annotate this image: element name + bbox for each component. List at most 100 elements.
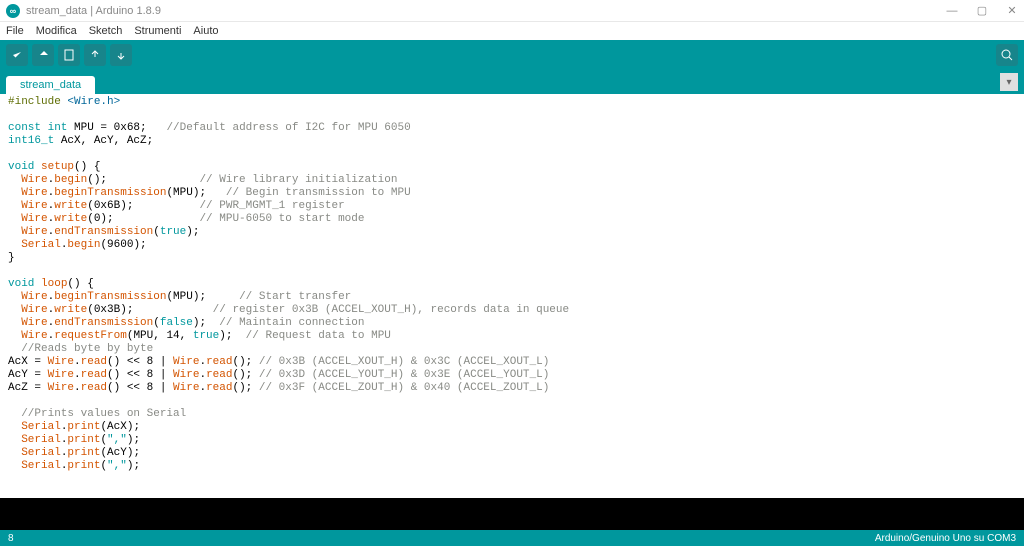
code-token: // PWR_MGMT_1 register: [199, 200, 344, 212]
code-token: Wire: [48, 356, 74, 368]
code-token: requestFrom: [54, 330, 127, 342]
code-token: begin: [67, 239, 100, 251]
app-icon: ∞: [6, 4, 20, 18]
titlebar: ∞ stream_data | Arduino 1.8.9 — ▢ ✕: [0, 0, 1024, 22]
code-token: // Begin transmission to MPU: [226, 187, 411, 199]
code-token: Serial: [21, 460, 61, 472]
code-token: (MPU);: [166, 291, 239, 303]
status-line-number: 8: [8, 533, 14, 544]
code-token: beginTransmission: [54, 291, 166, 303]
code-token: (AcY);: [100, 447, 140, 459]
code-token: (MPU, 14,: [127, 330, 193, 342]
code-token: (MPU);: [166, 187, 225, 199]
code-token: setup: [41, 161, 74, 173]
code-token: // 0x3F (ACCEL_ZOUT_H) & 0x40 (ACCEL_ZOU…: [259, 382, 549, 394]
code-token: void: [8, 278, 34, 290]
code-token: read: [206, 356, 232, 368]
code-token: print: [67, 460, 100, 472]
code-token: () << 8 |: [107, 382, 173, 394]
code-token: #include: [8, 96, 61, 108]
code-token: read: [206, 369, 232, 381]
code-token: true: [193, 330, 219, 342]
code-token: endTransmission: [54, 226, 153, 238]
code-token: // 0x3D (ACCEL_YOUT_H) & 0x3E (ACCEL_YOU…: [259, 369, 549, 381]
tabbar: stream_data ▾: [0, 70, 1024, 94]
minimize-button[interactable]: —: [946, 5, 958, 17]
code-token: // register 0x3B (ACCEL_XOUT_H), records…: [213, 304, 569, 316]
code-token: Serial: [21, 421, 61, 433]
code-token: const int: [8, 122, 67, 134]
code-token: AcY =: [8, 369, 48, 381]
code-token: (0x3B);: [87, 304, 212, 316]
menu-sketch[interactable]: Sketch: [89, 25, 123, 37]
code-token: print: [67, 447, 100, 459]
code-token: // 0x3B (ACCEL_XOUT_H) & 0x3C (ACCEL_XOU…: [259, 356, 549, 368]
verify-button[interactable]: [6, 44, 28, 66]
code-token: begin: [54, 174, 87, 186]
code-token: ();: [87, 174, 199, 186]
window-title: stream_data | Arduino 1.8.9: [26, 5, 161, 17]
code-editor[interactable]: #include <Wire.h> const int MPU = 0x68; …: [0, 94, 1024, 498]
code-token: Wire: [173, 382, 199, 394]
maximize-button[interactable]: ▢: [976, 5, 988, 17]
code-token: Wire: [21, 317, 47, 329]
code-token: (0x6B);: [87, 200, 199, 212]
code-token: Wire: [21, 200, 47, 212]
menu-file[interactable]: File: [6, 25, 24, 37]
code-token: write: [54, 304, 87, 316]
code-token: read: [81, 382, 107, 394]
code-token: );: [219, 330, 245, 342]
tab-menu-dropdown[interactable]: ▾: [1000, 73, 1018, 91]
console-output: [0, 498, 1024, 530]
code-token: Wire: [21, 213, 47, 225]
tab-active[interactable]: stream_data: [6, 76, 95, 94]
code-token: ();: [232, 356, 258, 368]
code-token: Wire: [173, 356, 199, 368]
code-token: Wire: [21, 330, 47, 342]
statusbar: 8 Arduino/Genuino Uno su COM3: [0, 530, 1024, 546]
menubar: File Modifica Sketch Strumenti Aiuto: [0, 22, 1024, 40]
code-token: //Prints values on Serial: [21, 408, 186, 420]
code-token: <Wire.h>: [67, 96, 120, 108]
save-button[interactable]: [110, 44, 132, 66]
menu-edit[interactable]: Modifica: [36, 25, 77, 37]
code-token: );: [193, 317, 219, 329]
code-token: false: [160, 317, 193, 329]
code-token: loop: [41, 278, 67, 290]
open-button[interactable]: [84, 44, 106, 66]
code-token: Serial: [21, 447, 61, 459]
code-token: // Maintain connection: [219, 317, 364, 329]
code-token: Serial: [21, 239, 61, 251]
code-token: Wire: [21, 304, 47, 316]
menu-help[interactable]: Aiuto: [193, 25, 218, 37]
code-token: // Wire library initialization: [199, 174, 397, 186]
close-button[interactable]: ✕: [1006, 5, 1018, 17]
menu-tools[interactable]: Strumenti: [134, 25, 181, 37]
code-token: AcZ =: [8, 382, 48, 394]
code-token: () {: [67, 278, 93, 290]
code-token: //Default address of I2C for MPU 6050: [166, 122, 410, 134]
new-button[interactable]: [58, 44, 80, 66]
code-token: //Reads byte by byte: [21, 343, 153, 355]
code-token: (0);: [87, 213, 199, 225]
code-token: () {: [74, 161, 100, 173]
upload-button[interactable]: [32, 44, 54, 66]
code-token: write: [54, 200, 87, 212]
code-token: read: [206, 382, 232, 394]
code-token: AcX =: [8, 356, 48, 368]
code-token: }: [8, 252, 15, 264]
window-controls: — ▢ ✕: [946, 5, 1018, 17]
code-token: write: [54, 213, 87, 225]
code-token: AcX, AcY, AcZ;: [54, 135, 153, 147]
code-token: Wire: [21, 187, 47, 199]
code-token: void: [8, 161, 34, 173]
code-token: Wire: [21, 174, 47, 186]
code-token: ();: [232, 382, 258, 394]
serial-monitor-button[interactable]: [996, 44, 1018, 66]
code-token: endTransmission: [54, 317, 153, 329]
code-token: print: [67, 421, 100, 433]
code-token: () << 8 |: [107, 369, 173, 381]
code-token: Wire: [173, 369, 199, 381]
code-token: true: [160, 226, 186, 238]
code-token: read: [81, 369, 107, 381]
